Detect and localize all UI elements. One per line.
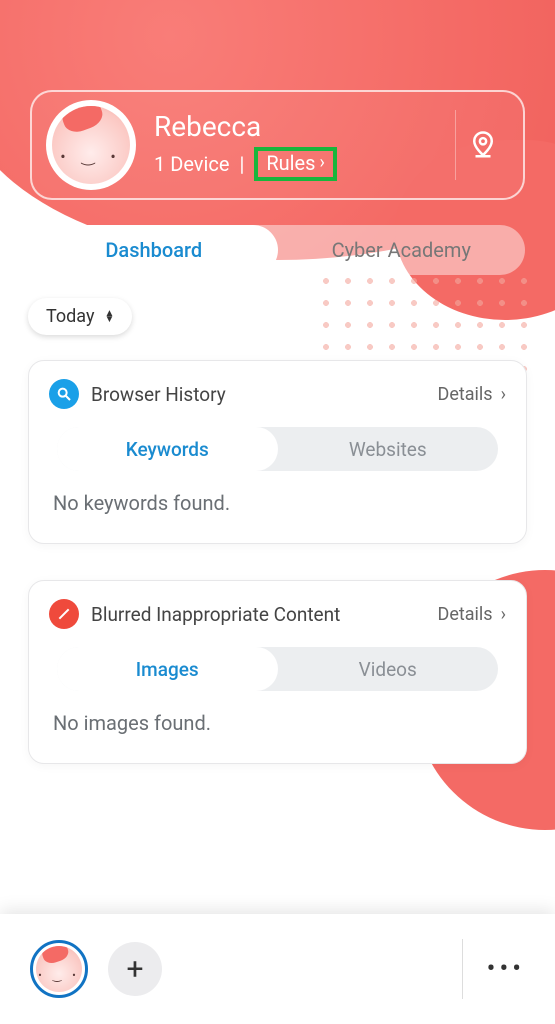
blurred-content-card: Blurred Inappropriate Content Details › … bbox=[28, 580, 527, 764]
sort-arrows-icon: ▲▼ bbox=[104, 311, 114, 323]
card-title: Browser History bbox=[91, 383, 426, 406]
more-menu-button[interactable]: ••• bbox=[462, 939, 525, 999]
browser-history-card: Browser History Details › Keywords Websi… bbox=[28, 360, 527, 544]
device-count-text: 1 Device bbox=[154, 152, 229, 176]
rules-link[interactable]: Rules › bbox=[254, 147, 337, 181]
subtab-images[interactable]: Images bbox=[57, 647, 278, 691]
location-button[interactable] bbox=[455, 110, 509, 180]
main-tab-bar: Dashboard Cyber Academy bbox=[30, 225, 525, 275]
details-link[interactable]: Details › bbox=[438, 604, 507, 625]
chevron-right-icon: › bbox=[501, 604, 506, 625]
avatar[interactable]: • ‿ • bbox=[46, 100, 136, 190]
empty-state-text: No keywords found. bbox=[49, 491, 506, 515]
chevron-right-icon: › bbox=[319, 152, 324, 173]
rules-label: Rules bbox=[266, 151, 315, 175]
subtab-keywords[interactable]: Keywords bbox=[57, 427, 278, 471]
tab-cyber-academy[interactable]: Cyber Academy bbox=[278, 225, 526, 275]
tab-dashboard[interactable]: Dashboard bbox=[30, 225, 278, 275]
browser-history-subtabs: Keywords Websites bbox=[57, 427, 498, 471]
more-icon: ••• bbox=[487, 954, 525, 984]
date-range-label: Today bbox=[46, 306, 94, 327]
subtab-websites[interactable]: Websites bbox=[278, 427, 499, 471]
chevron-right-icon: › bbox=[501, 384, 506, 405]
blurred-content-subtabs: Images Videos bbox=[57, 647, 498, 691]
bottom-bar: • ‿ • + ••• bbox=[0, 914, 555, 1024]
add-child-button[interactable]: + bbox=[108, 942, 162, 996]
location-pin-icon bbox=[468, 130, 498, 160]
search-icon bbox=[49, 379, 79, 409]
plus-icon: + bbox=[126, 952, 143, 987]
separator: | bbox=[239, 152, 244, 176]
details-link[interactable]: Details › bbox=[438, 384, 507, 405]
user-name: Rebecca bbox=[154, 110, 455, 143]
empty-state-text: No images found. bbox=[49, 711, 506, 735]
subtab-videos[interactable]: Videos bbox=[278, 647, 499, 691]
blur-icon bbox=[49, 599, 79, 629]
child-profile-chip[interactable]: • ‿ • bbox=[30, 940, 88, 998]
user-header-card: • ‿ • Rebecca 1 Device | Rules › bbox=[30, 90, 525, 200]
card-title: Blurred Inappropriate Content bbox=[91, 603, 426, 626]
date-range-selector[interactable]: Today ▲▼ bbox=[28, 298, 132, 335]
